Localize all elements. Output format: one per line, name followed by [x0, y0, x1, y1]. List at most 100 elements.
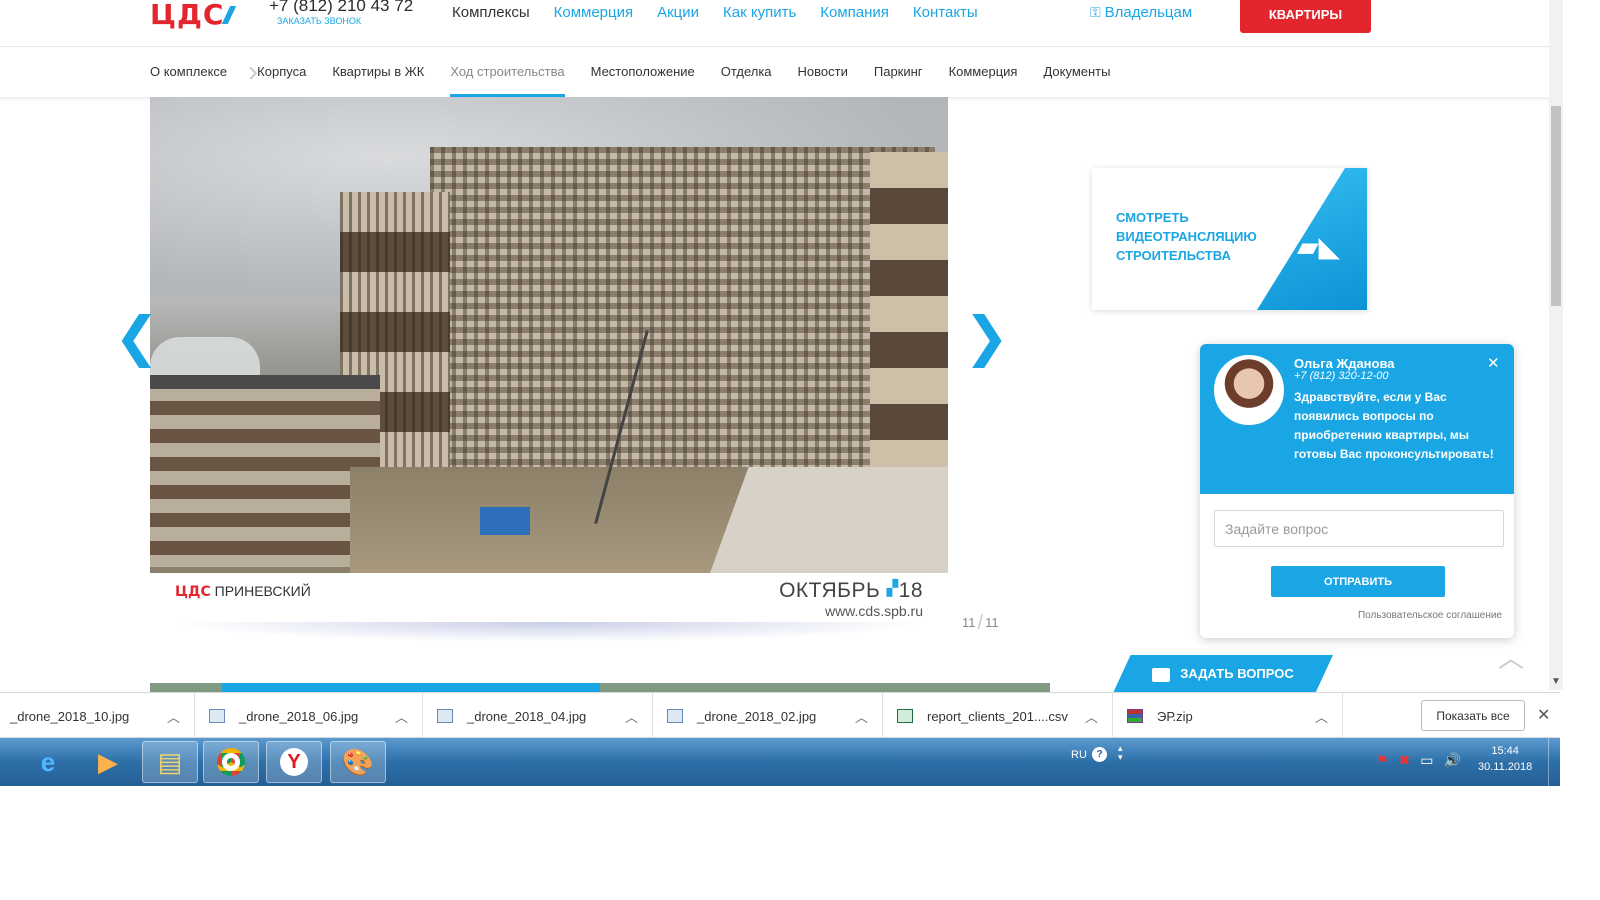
show-all-downloads-button[interactable]: Показать все: [1421, 700, 1525, 731]
chevron-up-icon[interactable]: ︿: [1085, 707, 1098, 726]
chevron-right-icon: ›: [248, 55, 258, 88]
video-broadcast-card[interactable]: СМОТРЕТЬ ВИДЕОТРАНСЛЯЦИЮ СТРОИТЕЛЬСТВА ▰…: [1092, 168, 1367, 310]
keyboard-language[interactable]: RU: [1071, 749, 1087, 761]
subnav-construction-progress[interactable]: Ход строительства: [450, 47, 565, 97]
gallery-prev-button[interactable]: ❮: [114, 310, 159, 364]
download-name: _drone_2018_06.jpg: [239, 708, 359, 724]
chevron-up-icon[interactable]: ︿: [625, 707, 638, 726]
chrome-icon[interactable]: [203, 741, 259, 783]
caption-complex-name: ПРИНЕВСКИЙ: [214, 583, 311, 599]
caption-month: ОКТЯБРЬ ▞18: [779, 579, 923, 603]
close-icon[interactable]: ✕: [1537, 705, 1550, 725]
user-agreement-link[interactable]: Пользовательское соглашение: [1358, 610, 1502, 621]
owners-label: Владельцам: [1104, 4, 1193, 21]
flag-icon[interactable]: ⚑: [1376, 752, 1389, 769]
consultant-message: Здравствуйте, если у Вас появились вопро…: [1294, 390, 1494, 461]
gallery-counter: 11/11: [962, 612, 999, 635]
header-phone[interactable]: +7 (812) 210 43 72: [269, 0, 413, 16]
video-line-1: СМОТРЕТЬ: [1116, 210, 1189, 225]
system-clock[interactable]: 15:44 30.11.2018: [1478, 743, 1532, 775]
counter-separator: /: [977, 612, 984, 634]
chevron-up-icon[interactable]: ︿: [167, 707, 180, 726]
nav-complexes[interactable]: Комплексы: [452, 4, 530, 21]
photo-crates: [480, 507, 530, 535]
scroll-top-icon[interactable]: ︿: [1498, 638, 1532, 673]
nav-company[interactable]: Компания: [820, 4, 889, 21]
avatar: [1214, 355, 1284, 425]
top-navigation: Комплексы Коммерция Акции Как купить Ком…: [452, 4, 978, 21]
subnav-location[interactable]: Местоположение: [591, 47, 695, 97]
consultant-phone: +7 (812) 320-12-00: [1294, 370, 1389, 382]
show-desktop-button[interactable]: [1548, 738, 1560, 786]
page-scrollbar[interactable]: ▼: [1549, 0, 1563, 690]
network-warning-icon[interactable]: ✖: [1399, 752, 1411, 769]
media-player-icon[interactable]: ▶: [80, 741, 136, 783]
video-line-2: ВИДЕОТРАНСЛЯЦИЮ: [1116, 229, 1257, 244]
tick-icon: ▞: [886, 580, 899, 597]
chevron-up-icon[interactable]: ︿: [1315, 707, 1328, 726]
browser-page: ЦДС +7 (812) 210 43 72 ЗАКАЗАТЬ ЗВОНОК К…: [0, 0, 1600, 900]
download-item[interactable]: report_clients_201....csv ︿: [883, 693, 1113, 739]
download-item[interactable]: _drone_2018_10.jpg ︿: [0, 693, 195, 739]
internet-explorer-icon[interactable]: e: [20, 741, 76, 783]
yandex-browser-icon[interactable]: Y: [266, 741, 322, 783]
paint-icon[interactable]: 🎨: [330, 741, 386, 783]
caption-shadow: [170, 622, 930, 642]
site-logo[interactable]: ЦДС: [150, 0, 237, 31]
chat-header: Ольга Жданова +7 (812) 320-12-00 Здравст…: [1200, 344, 1514, 494]
owners-link[interactable]: ⚿ Владельцам: [1090, 4, 1192, 21]
clock-time: 15:44: [1491, 745, 1519, 757]
nav-contacts[interactable]: Контакты: [913, 4, 978, 21]
display-icon[interactable]: ▭: [1420, 752, 1433, 769]
nav-promotions[interactable]: Акции: [657, 4, 699, 21]
video-card-text: СМОТРЕТЬ ВИДЕОТРАНСЛЯЦИЮ СТРОИТЕЛЬСТВА: [1116, 208, 1257, 265]
image-file-icon: [437, 709, 453, 723]
chevron-up-icon[interactable]: ︿: [395, 707, 408, 726]
subnav-finishing[interactable]: Отделка: [721, 47, 772, 97]
question-input[interactable]: [1214, 510, 1504, 547]
complex-subnav: О комплексе Корпуса Квартиры в ЖК Ход ст…: [0, 47, 1560, 97]
help-icon[interactable]: ?: [1092, 747, 1107, 762]
gallery-total: 11: [985, 614, 999, 630]
send-button[interactable]: ОТПРАВИТЬ: [1271, 566, 1445, 597]
download-item[interactable]: _drone_2018_06.jpg ︿: [195, 693, 423, 739]
ask-question-tab[interactable]: ЗАДАТЬ ВОПРОС: [1113, 655, 1333, 693]
close-icon[interactable]: ✕: [1487, 354, 1500, 372]
ask-question-label: ЗАДАТЬ ВОПРОС: [1180, 666, 1294, 681]
subnav-commerce[interactable]: Коммерция: [949, 47, 1018, 97]
flats-button[interactable]: КВАРТИРЫ: [1240, 0, 1371, 33]
image-file-icon: [667, 709, 683, 723]
caption-logo: ЦДС ПРИНЕВСКИЙ: [175, 583, 311, 600]
subnav-documents[interactable]: Документы: [1043, 47, 1110, 97]
chevron-up-icon[interactable]: ︿: [855, 707, 868, 726]
caption-url: www.cds.spb.ru: [824, 603, 923, 619]
caption-year: 18: [898, 579, 923, 602]
subnav-about[interactable]: О комплексе: [150, 47, 227, 97]
volume-icon[interactable]: 🔊: [1444, 752, 1461, 769]
callback-link[interactable]: ЗАКАЗАТЬ ЗВОНОК: [277, 16, 361, 26]
download-name: report_clients_201....csv: [927, 708, 1068, 724]
camera-icon: ▰◣: [1297, 231, 1341, 262]
download-item[interactable]: ЭР.zip ︿: [1113, 693, 1343, 739]
scroll-down-icon[interactable]: ▼: [1551, 676, 1561, 687]
scrollbar-thumb[interactable]: [1551, 106, 1561, 306]
system-tray: ⚑ ✖ ▭ 🔊: [1376, 752, 1461, 769]
download-item[interactable]: _drone_2018_04.jpg ︿: [423, 693, 653, 739]
chat-bubble-icon: [1152, 667, 1171, 682]
archive-file-icon: [1127, 709, 1143, 723]
downloads-bar: _drone_2018_10.jpg ︿ _drone_2018_06.jpg …: [0, 692, 1560, 739]
nav-commerce[interactable]: Коммерция: [554, 4, 633, 21]
show-hidden-icons-icon[interactable]: ▴ ▾: [1118, 744, 1123, 762]
windows-taskbar: e ▶ ▤ Y 🎨 RU ? ▴ ▾ ⚑ ✖ ▭ 🔊 15:44 30.11.20…: [0, 738, 1560, 786]
subnav-apartments[interactable]: Квартиры в ЖК: [332, 47, 424, 97]
subnav-news[interactable]: Новости: [798, 47, 848, 97]
nav-how-to-buy[interactable]: Как купить: [723, 4, 796, 21]
download-name: ЭР.zip: [1157, 708, 1193, 724]
gallery-next-button[interactable]: ❯: [964, 310, 1009, 364]
consultant-chat-widget: Ольга Жданова +7 (812) 320-12-00 Здравст…: [1200, 344, 1514, 638]
file-explorer-icon[interactable]: ▤: [142, 741, 198, 783]
download-item[interactable]: _drone_2018_02.jpg ︿: [653, 693, 883, 739]
subnav-parking[interactable]: Паркинг: [874, 47, 923, 97]
caption-month-text: ОКТЯБРЬ: [779, 579, 881, 602]
photo-slab: [710, 467, 948, 573]
